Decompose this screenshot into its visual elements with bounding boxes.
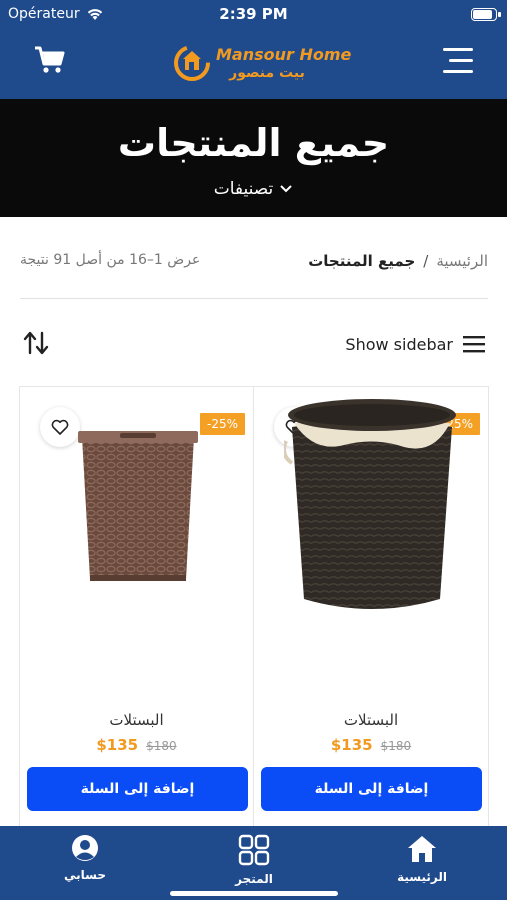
page-title: جميع المنتجات xyxy=(117,121,390,165)
breadcrumb-home-link[interactable]: الرئيسية xyxy=(436,252,488,270)
cart-icon xyxy=(35,46,65,73)
nav-store-label: المتجر xyxy=(235,872,273,886)
add-to-cart-button[interactable]: إضافة إلى السلة xyxy=(261,767,482,811)
menu-icon xyxy=(443,48,473,51)
grid-icon xyxy=(238,834,270,866)
status-bar: Opérateur 2:39 PM xyxy=(0,0,507,30)
add-to-cart-button[interactable]: إضافة إلى السلة xyxy=(27,767,248,811)
menu-icon xyxy=(449,59,473,62)
chevron-down-icon xyxy=(280,185,292,193)
menu-button[interactable] xyxy=(437,42,477,78)
categories-dropdown[interactable]: تصنيفات xyxy=(0,179,507,199)
nav-account-label: حسابي xyxy=(63,868,106,882)
battery-level xyxy=(473,10,492,19)
discount-badge: -25% xyxy=(199,413,245,435)
categories-label: تصنيفات xyxy=(213,179,274,199)
logo-text-en: Mansour Home xyxy=(216,45,352,64)
nav-home-label: الرئيسية xyxy=(397,870,447,884)
breadcrumb: الرئيسية / جميع المنتجات عرض 1–16 من أصل… xyxy=(20,250,488,278)
product-name[interactable]: البستلات xyxy=(254,711,488,729)
logo-text-ar: بيت منصور xyxy=(229,65,305,81)
brand-logo[interactable]: Mansour Home بيت منصور xyxy=(172,40,351,86)
product-card[interactable]: -25% البستلات $135 $180 إضافة إلى السلة xyxy=(254,387,488,827)
wishlist-button[interactable] xyxy=(40,407,80,447)
clock: 2:39 PM xyxy=(219,5,288,23)
product-image[interactable] xyxy=(76,429,200,585)
nav-account[interactable]: حسابي xyxy=(25,834,145,882)
cart-button[interactable] xyxy=(30,42,70,78)
product-image[interactable] xyxy=(284,393,460,615)
list-icon xyxy=(463,336,485,353)
product-card[interactable]: -25% البستلات $135 $180 إضافة إلى السلة xyxy=(20,387,254,827)
product-name[interactable]: البستلات xyxy=(20,711,253,729)
breadcrumb-trail: الرئيسية / جميع المنتجات xyxy=(308,252,488,270)
bottom-nav: حسابي المتجر الرئيسية xyxy=(0,826,507,900)
menu-icon xyxy=(443,70,473,73)
original-price: $180 xyxy=(146,739,177,753)
show-sidebar-label: Show sidebar xyxy=(345,334,453,354)
original-price: $180 xyxy=(380,739,412,753)
battery-icon xyxy=(471,8,501,21)
app-header: Opérateur 2:39 PM Mansour Home بيت منصور xyxy=(0,0,507,99)
sort-arrows-icon xyxy=(23,331,49,355)
user-icon xyxy=(72,835,98,861)
results-count: عرض 1–16 من أصل 91 نتيجة xyxy=(20,252,201,268)
breadcrumb-separator: / xyxy=(423,252,429,270)
sale-price: $135 xyxy=(96,736,139,754)
home-indicator xyxy=(170,891,338,896)
breadcrumb-current: جميع المنتجات xyxy=(308,252,416,270)
home-icon xyxy=(408,836,436,862)
nav-store[interactable]: المتجر xyxy=(194,834,314,886)
product-price: $135 $180 xyxy=(20,736,253,754)
product-price: $135 $180 xyxy=(254,736,488,754)
divider xyxy=(20,298,488,299)
sale-price: $135 xyxy=(330,736,373,754)
heart-icon xyxy=(51,419,69,435)
sort-button[interactable] xyxy=(22,330,52,358)
product-grid: -25% البستلات $135 $180 إضافة إلى السلة xyxy=(19,386,489,827)
nav-home[interactable]: الرئيسية xyxy=(362,834,482,884)
page-hero: جميع المنتجات تصنيفات xyxy=(0,99,507,217)
show-sidebar-button[interactable]: Show sidebar xyxy=(345,330,485,358)
